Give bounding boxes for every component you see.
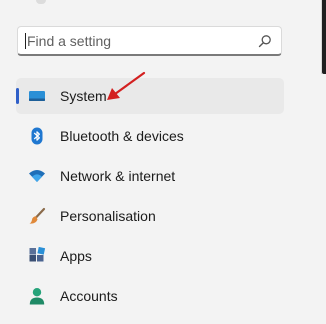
window-edge [322,0,326,74]
nav-item-network[interactable]: Network & internet [16,158,284,194]
search-input[interactable] [27,32,252,50]
text-caret [25,33,26,49]
system-icon [29,91,45,101]
search-box[interactable] [17,26,282,56]
nav-item-personalisation[interactable]: Personalisation [16,198,284,234]
apps-icon [29,247,46,262]
nav-item-bluetooth[interactable]: Bluetooth & devices [16,118,284,154]
search-icon[interactable] [258,34,272,48]
accounts-icon [29,288,45,305]
nav-item-system[interactable]: System [16,78,284,114]
wifi-icon [29,170,45,182]
nav-label-network: Network & internet [60,168,176,184]
selection-indicator [16,88,19,104]
nav-label-bluetooth: Bluetooth & devices [60,128,184,144]
settings-nav: System Bluetooth & devices Network & int… [16,78,284,318]
nav-item-apps[interactable]: Apps [16,238,284,274]
nav-label-accounts: Accounts [60,288,118,304]
bluetooth-icon [31,127,43,145]
annotation-arrow [107,71,146,100]
nav-label-personalisation: Personalisation [60,208,156,224]
brush-icon [29,207,46,224]
window-fragment [36,0,46,4]
nav-label-apps: Apps [60,248,92,264]
nav-item-accounts[interactable]: Accounts [16,278,284,314]
